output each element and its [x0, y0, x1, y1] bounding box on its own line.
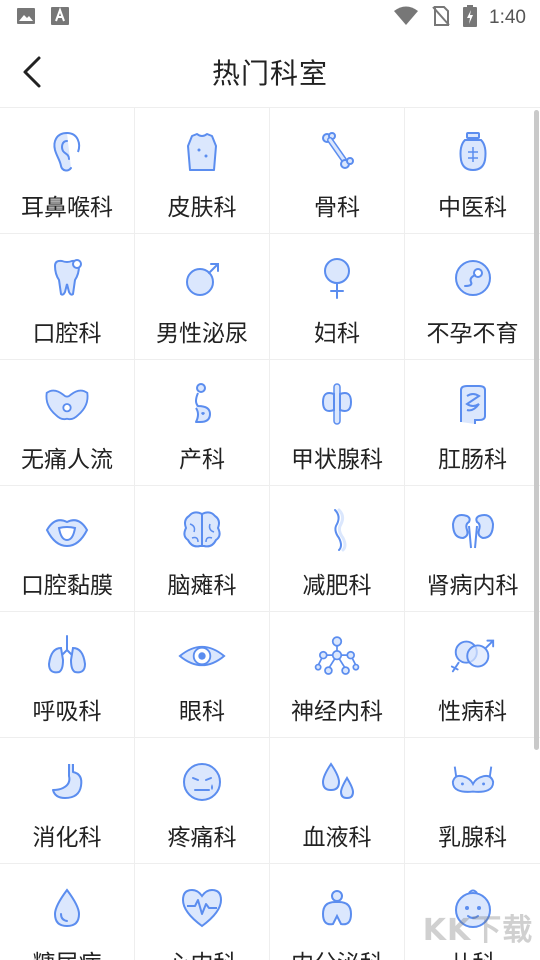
pelvis-icon — [43, 380, 91, 428]
department-obstetrics[interactable]: 产科 — [135, 360, 270, 486]
chevron-left-icon — [23, 56, 41, 88]
department-label: 乳腺科 — [438, 825, 507, 851]
tooth-icon — [43, 254, 91, 302]
department-label: 中医科 — [438, 195, 507, 221]
department-label: 血液科 — [302, 825, 372, 851]
eye-icon — [178, 632, 226, 680]
department-diabetes[interactable]: 糖尿病 — [0, 864, 135, 960]
department-thyroid[interactable]: 甲状腺科 — [270, 360, 405, 486]
department-label: 眼科 — [179, 699, 225, 725]
bone-icon — [313, 128, 361, 176]
bra-icon — [449, 758, 497, 806]
department-label: 皮肤科 — [167, 195, 237, 221]
skin-torso-icon — [178, 128, 226, 176]
department-tcm[interactable]: 中医科 — [405, 108, 540, 234]
department-grid: 耳鼻喉科 皮肤科 骨科 中医科 口腔科 男性泌尿 妇科 不孕不育 无痛人流 产科… — [0, 108, 540, 960]
status-bar: 1:40 — [0, 0, 540, 36]
header: 热门科室 — [0, 36, 540, 108]
department-label: 神经内科 — [291, 699, 383, 725]
intestine-icon — [449, 380, 497, 428]
status-right: 1:40 — [393, 5, 526, 31]
department-label: 骨科 — [314, 195, 360, 221]
pregnant-icon — [178, 380, 226, 428]
department-oral-mucosa[interactable]: 口腔黏膜 — [0, 486, 135, 612]
department-label: 产科 — [179, 447, 225, 473]
neuron-network-icon — [313, 632, 361, 680]
mouth-icon — [43, 506, 91, 554]
department-label: 口腔科 — [32, 321, 102, 347]
department-ophthalmology[interactable]: 眼科 — [135, 612, 270, 738]
battery-charging-icon — [463, 5, 478, 31]
department-endocrinology[interactable]: 内分泌科 — [270, 864, 405, 960]
department-label: 男性泌尿 — [156, 321, 248, 347]
department-label: 疼痛科 — [167, 825, 237, 851]
department-pain[interactable]: 疼痛科 — [135, 738, 270, 864]
department-breast[interactable]: 乳腺科 — [405, 738, 540, 864]
department-label: 不孕不育 — [426, 321, 519, 347]
department-dermatology[interactable]: 皮肤科 — [135, 108, 270, 234]
department-cardiology[interactable]: 心内科 — [135, 864, 270, 960]
department-label: 糖尿病 — [33, 944, 102, 960]
kidney-icon — [449, 506, 497, 554]
scrollbar[interactable] — [534, 110, 539, 750]
ear-icon — [43, 128, 91, 176]
status-left — [16, 6, 70, 30]
text-a-icon — [50, 6, 70, 30]
department-label: 甲状腺科 — [291, 447, 383, 473]
department-orthopedics[interactable]: 骨科 — [270, 108, 405, 234]
drop-icon — [43, 884, 91, 932]
heart-pulse-icon — [178, 884, 226, 932]
gender-symbols-icon — [449, 632, 497, 680]
department-label: 妇科 — [314, 321, 360, 347]
no-sim-icon — [431, 5, 451, 31]
thyroid-icon — [313, 380, 361, 428]
department-infertility[interactable]: 不孕不育 — [405, 234, 540, 360]
department-nephrology[interactable]: 肾病内科 — [405, 486, 540, 612]
department-label: 口腔黏膜 — [21, 573, 113, 599]
department-neurology[interactable]: 神经内科 — [270, 612, 405, 738]
department-ear-nose-throat[interactable]: 耳鼻喉科 — [0, 108, 135, 234]
male-symbol-icon — [178, 254, 226, 302]
back-button[interactable] — [14, 54, 50, 90]
image-icon — [16, 6, 36, 30]
department-respiratory[interactable]: 呼吸科 — [0, 612, 135, 738]
status-time: 1:40 — [489, 7, 526, 28]
brain-icon — [178, 506, 226, 554]
medicine-jar-icon — [449, 128, 497, 176]
department-weight-loss[interactable]: 减肥科 — [270, 486, 405, 612]
female-symbol-icon — [313, 254, 361, 302]
watermark: KK下载 — [422, 913, 534, 948]
blood-drops-icon — [313, 758, 361, 806]
department-label: 内分泌科 — [291, 944, 383, 960]
page-title: 热门科室 — [211, 56, 328, 90]
department-std[interactable]: 性病科 — [405, 612, 540, 738]
pain-face-icon — [178, 758, 226, 806]
department-hematology[interactable]: 血液科 — [270, 738, 405, 864]
department-label: 减肥科 — [302, 573, 372, 599]
department-label: 性病科 — [438, 699, 507, 725]
lungs-icon — [43, 632, 91, 680]
department-gynecology[interactable]: 妇科 — [270, 234, 405, 360]
department-label: 肾病内科 — [426, 573, 519, 599]
stomach-icon — [43, 758, 91, 806]
department-cerebral-palsy[interactable]: 脑瘫科 — [135, 486, 270, 612]
department-dental[interactable]: 口腔科 — [0, 234, 135, 360]
department-male-urology[interactable]: 男性泌尿 — [135, 234, 270, 360]
department-label: 肛肠科 — [438, 447, 507, 473]
endocrine-icon — [313, 884, 361, 932]
slim-body-icon — [313, 506, 361, 554]
department-painless-abortion[interactable]: 无痛人流 — [0, 360, 135, 486]
sperm-egg-icon — [449, 254, 497, 302]
department-label: 消化科 — [32, 825, 102, 851]
department-label: 脑瘫科 — [167, 573, 237, 599]
department-anorectal[interactable]: 肛肠科 — [405, 360, 540, 486]
department-label: 无痛人流 — [21, 447, 113, 473]
wifi-icon — [393, 6, 419, 30]
department-label: 耳鼻喉科 — [21, 195, 113, 221]
department-label: 心内科 — [168, 944, 237, 960]
department-label: 呼吸科 — [32, 699, 102, 725]
department-gastroenterology[interactable]: 消化科 — [0, 738, 135, 864]
